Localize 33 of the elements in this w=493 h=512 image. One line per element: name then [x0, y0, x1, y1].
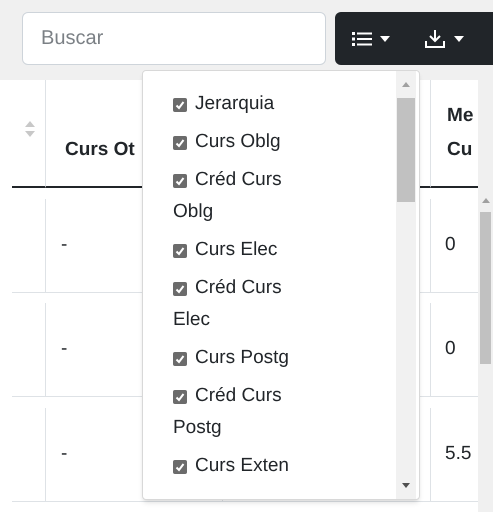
- column-option[interactable]: Curs Postg: [173, 342, 323, 374]
- scrollbar-thumb[interactable]: [397, 98, 415, 202]
- table-cell-text: -: [61, 337, 68, 362]
- table-cell-text: 0: [445, 337, 456, 362]
- column-header[interactable]: Curs Ot: [65, 133, 135, 167]
- checkbox[interactable]: [173, 390, 187, 404]
- search-field[interactable]: Buscar: [22, 12, 326, 65]
- column-header[interactable]: Me Cu: [447, 99, 478, 167]
- download-icon: [424, 28, 446, 48]
- checkbox[interactable]: [173, 136, 187, 150]
- caret-icon: [380, 36, 390, 42]
- table-cell-text: -: [61, 442, 68, 466]
- list-icon: [352, 30, 372, 46]
- column-option[interactable]: Curs Elec: [173, 234, 323, 266]
- checkbox[interactable]: [173, 282, 187, 296]
- column-option[interactable]: Créd Curs Oblg: [173, 164, 323, 228]
- checkbox[interactable]: [173, 352, 187, 366]
- checkbox[interactable]: [173, 174, 187, 188]
- checkbox[interactable]: [173, 460, 187, 474]
- column-option[interactable]: Curs Exten: [173, 450, 323, 482]
- checkbox[interactable]: [173, 98, 187, 112]
- table-cell-text: 0: [445, 232, 456, 257]
- scroll-down-icon[interactable]: [402, 483, 410, 488]
- column-option[interactable]: Créd Curs Elec: [173, 272, 323, 336]
- column-option[interactable]: Jerarquia: [173, 88, 323, 120]
- scrollbar-thumb[interactable]: [480, 212, 491, 364]
- column-option[interactable]: Curs Oblg: [173, 126, 323, 158]
- column-option[interactable]: Créd Curs Postg: [173, 380, 323, 444]
- table-cell-text: -: [61, 232, 68, 257]
- caret-icon: [454, 36, 464, 42]
- checkbox[interactable]: [173, 244, 187, 258]
- table-cell-text: 5.5: [445, 442, 472, 466]
- scrollbar-up-icon[interactable]: [482, 198, 490, 203]
